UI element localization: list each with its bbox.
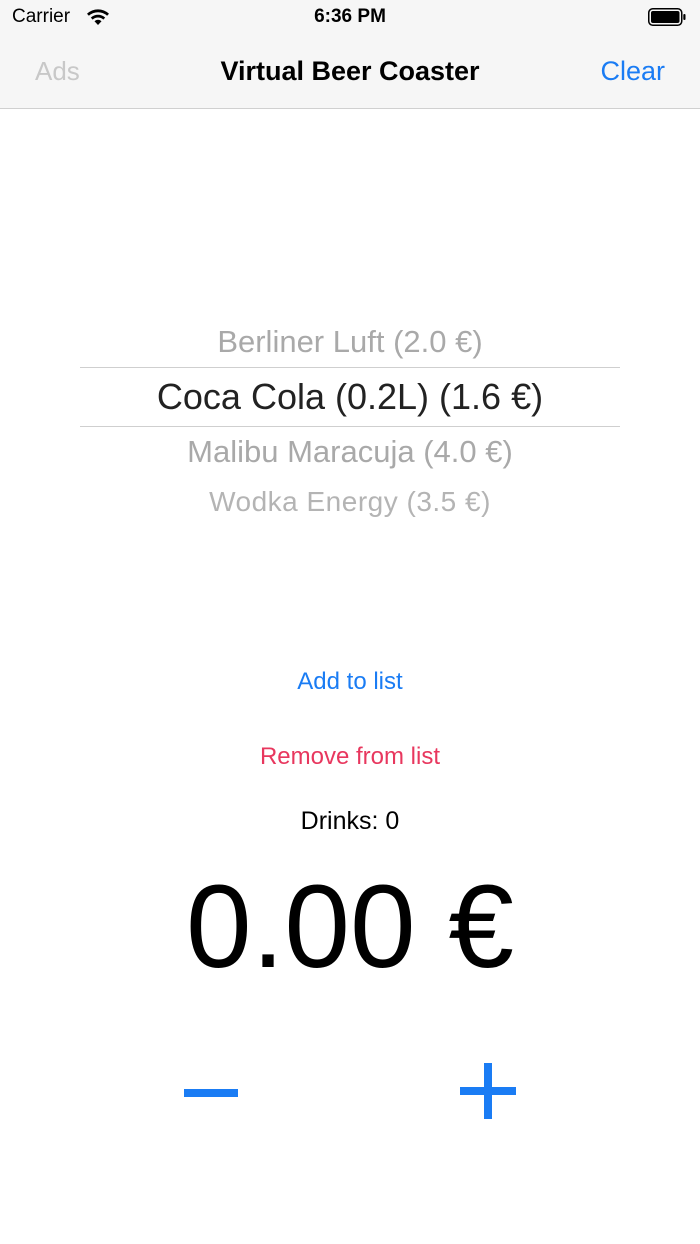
- increment-button[interactable]: [456, 1060, 520, 1124]
- picker-selection-bottom-line: [80, 426, 620, 427]
- status-time: 6:36 PM: [314, 6, 386, 27]
- minus-icon: [184, 1089, 238, 1097]
- decrement-button[interactable]: [180, 1060, 242, 1122]
- picker-option-selected[interactable]: Coca Cola (0.2L) (1.6 €): [80, 376, 620, 418]
- navigation-bar: Ads Virtual Beer Coaster Clear: [0, 38, 700, 109]
- app-screen: Carrier 6:36 PM Ads Virtual Beer Coaster…: [0, 0, 700, 1244]
- add-to-list-button[interactable]: Add to list: [0, 668, 700, 696]
- clear-button[interactable]: Clear: [600, 56, 665, 87]
- picker-option[interactable]: Malibu Maracuja (4.0 €): [80, 434, 620, 470]
- nav-title: Virtual Beer Coaster: [220, 56, 480, 86]
- picker-option[interactable]: Wodka Energy (3.5 €): [80, 486, 620, 518]
- status-bar: Carrier 6:36 PM: [0, 0, 700, 38]
- drinks-count: Drinks: 0: [300, 807, 400, 835]
- picker-option[interactable]: Berliner Luft (2.0 €): [80, 324, 620, 360]
- picker-selection-top-line: [80, 367, 620, 368]
- total-amount: 0.00 €: [185, 861, 515, 993]
- battery-full-icon: [648, 8, 686, 26]
- drink-picker[interactable]: Berliner Luft (2.0 €) Coca Cola (0.2L) (…: [80, 300, 620, 540]
- remove-from-list-button[interactable]: Remove from list: [0, 743, 700, 771]
- plus-icon: [460, 1063, 516, 1119]
